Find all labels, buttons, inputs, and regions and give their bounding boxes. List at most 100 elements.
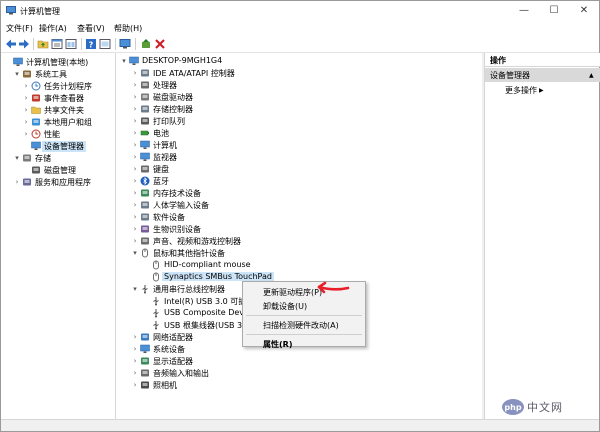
view-icon[interactable] [99, 38, 111, 50]
tree-item-label: 照相机 [153, 381, 177, 390]
computer-mgmt-icon [13, 57, 23, 67]
sound-icon [140, 236, 150, 246]
menu-action[interactable]: 操作(A) [39, 23, 67, 34]
toolbar-separator [115, 38, 116, 50]
tree-item-label: 内存技术设备 [153, 189, 201, 198]
expand-chevron-icon[interactable]: › [131, 175, 139, 187]
menu-help[interactable]: 帮助(H) [114, 23, 142, 34]
tree-item-label: 设备管理器 [42, 141, 86, 152]
toolbar-separator [81, 38, 82, 50]
properties-icon[interactable] [51, 38, 63, 50]
more-actions-item[interactable]: 更多操作 ▶ [485, 84, 600, 97]
collapse-chevron-icon[interactable]: ▾ [13, 152, 21, 164]
title-bar[interactable]: 计算机管理 — ☐ ✕ [1, 1, 599, 21]
expand-chevron-icon[interactable]: › [131, 127, 139, 139]
submenu-arrow-icon: ▶ [539, 87, 544, 94]
collapse-chevron-icon[interactable]: ▾ [131, 283, 139, 295]
expand-chevron-icon[interactable]: › [131, 235, 139, 247]
watermark-logo-text: php [504, 403, 521, 412]
tree-item-label: 生物识别设备 [153, 225, 201, 234]
tree-item-label: 电池 [153, 129, 169, 138]
expand-chevron-icon[interactable]: › [13, 176, 21, 188]
tree-item-label: 蓝牙 [153, 177, 169, 186]
expand-chevron-icon[interactable]: › [131, 163, 139, 175]
expand-chevron-icon[interactable]: › [131, 343, 139, 355]
tree-item-label: 存储 [35, 154, 51, 163]
tree-item-label: 网络适配器 [153, 333, 193, 342]
tree-item-label: 键盘 [153, 165, 169, 174]
computer-management-icon [6, 6, 16, 15]
tree-item-label: 处理器 [153, 81, 177, 90]
context-menu-item[interactable]: 卸载设备(U) [243, 299, 365, 312]
collapse-chevron-icon[interactable]: ▾ [13, 68, 21, 80]
navigation-tree-pane: 计算机管理(本地) ▾ 系统工具 › 任务计划程序 › 事件查看器 › 共享文件夹 › 本地用户和组… [2, 53, 116, 419]
close-button[interactable]: ✕ [569, 1, 599, 21]
console-icon[interactable] [65, 38, 77, 50]
back-arrow-icon[interactable] [5, 38, 17, 50]
event-viewer-icon [31, 93, 41, 103]
more-actions-label: 更多操作 [505, 86, 537, 95]
context-menu-item-label: 扫描检测硬件改动(A) [263, 321, 339, 330]
services-icon [22, 177, 32, 187]
maximize-button[interactable]: ☐ [539, 1, 569, 21]
menu-view[interactable]: 查看(V) [77, 23, 105, 34]
context-menu-item[interactable]: 扫描检测硬件改动(A) [243, 318, 365, 331]
expand-chevron-icon[interactable]: › [131, 67, 139, 79]
computer-icon [140, 140, 150, 150]
tree-item-label: 人体学输入设备 [153, 201, 209, 210]
expand-chevron-icon[interactable]: › [131, 211, 139, 223]
expand-chevron-icon[interactable]: › [131, 115, 139, 127]
expand-chevron-icon[interactable]: › [22, 92, 30, 104]
expand-chevron-icon[interactable]: › [131, 367, 139, 379]
expand-chevron-icon[interactable]: › [131, 331, 139, 343]
expand-chevron-icon[interactable]: › [22, 104, 30, 116]
expand-chevron-icon[interactable]: › [131, 103, 139, 115]
expand-chevron-icon[interactable]: › [131, 151, 139, 163]
tree-item-label: 性能 [44, 130, 60, 139]
expand-chevron-icon[interactable]: › [22, 116, 30, 128]
menu-file[interactable]: 文件(F) [6, 23, 33, 34]
update-driver-icon[interactable] [140, 38, 152, 50]
delete-icon[interactable] [154, 38, 166, 50]
minimize-button[interactable]: — [509, 1, 539, 21]
expand-chevron-icon[interactable]: › [131, 199, 139, 211]
computer-management-window: 计算机管理 — ☐ ✕ 文件(F) 操作(A) 查看(V) 帮助(H) ? 计算… [0, 0, 600, 432]
device-manager-icon [31, 141, 41, 151]
context-menu-item[interactable]: 属性(R) [243, 337, 365, 350]
collapse-arrow-icon[interactable]: ▲ [589, 72, 594, 79]
actions-section-device-manager[interactable]: 设备管理器 ▲ [485, 68, 600, 82]
expand-chevron-icon[interactable]: › [131, 79, 139, 91]
context-menu-item-label: 卸载设备(U) [263, 302, 308, 311]
expand-chevron-icon[interactable]: › [131, 223, 139, 235]
usb-icon [151, 320, 161, 330]
actions-header-label: 操作 [490, 56, 506, 65]
expand-chevron-icon[interactable]: › [131, 139, 139, 151]
context-menu-item-label: 属性(R) [263, 340, 293, 349]
collapse-chevron-icon[interactable]: ▾ [120, 55, 128, 67]
expand-chevron-icon[interactable]: › [131, 355, 139, 367]
expand-chevron-icon[interactable]: › [131, 91, 139, 103]
collapse-chevron-icon[interactable]: ▾ [131, 247, 139, 259]
expand-chevron-icon[interactable]: › [131, 379, 139, 391]
expand-chevron-icon[interactable]: › [22, 80, 30, 92]
menu-separator [246, 334, 362, 335]
ide-controller-icon [140, 68, 150, 78]
expand-chevron-icon[interactable]: › [131, 187, 139, 199]
toolbar-separator [135, 38, 136, 50]
up-folder-icon[interactable] [37, 38, 49, 50]
expand-chevron-icon[interactable]: › [22, 128, 30, 140]
usb-icon [140, 284, 150, 294]
tree-item-label: 磁盘驱动器 [153, 93, 193, 102]
actions-header: 操作 [485, 53, 600, 67]
actions-pane: 操作 设备管理器 ▲ 更多操作 ▶ [484, 53, 600, 419]
device-tree-pane: ▾ DESKTOP-9MGH1G4 › IDE ATA/ATAPI 控制器 › 处理器 › 磁… [118, 53, 482, 419]
forward-arrow-icon[interactable] [18, 38, 30, 50]
usb-icon [151, 308, 161, 318]
monitor-icon[interactable] [119, 38, 131, 50]
help-icon[interactable]: ? [85, 38, 97, 50]
